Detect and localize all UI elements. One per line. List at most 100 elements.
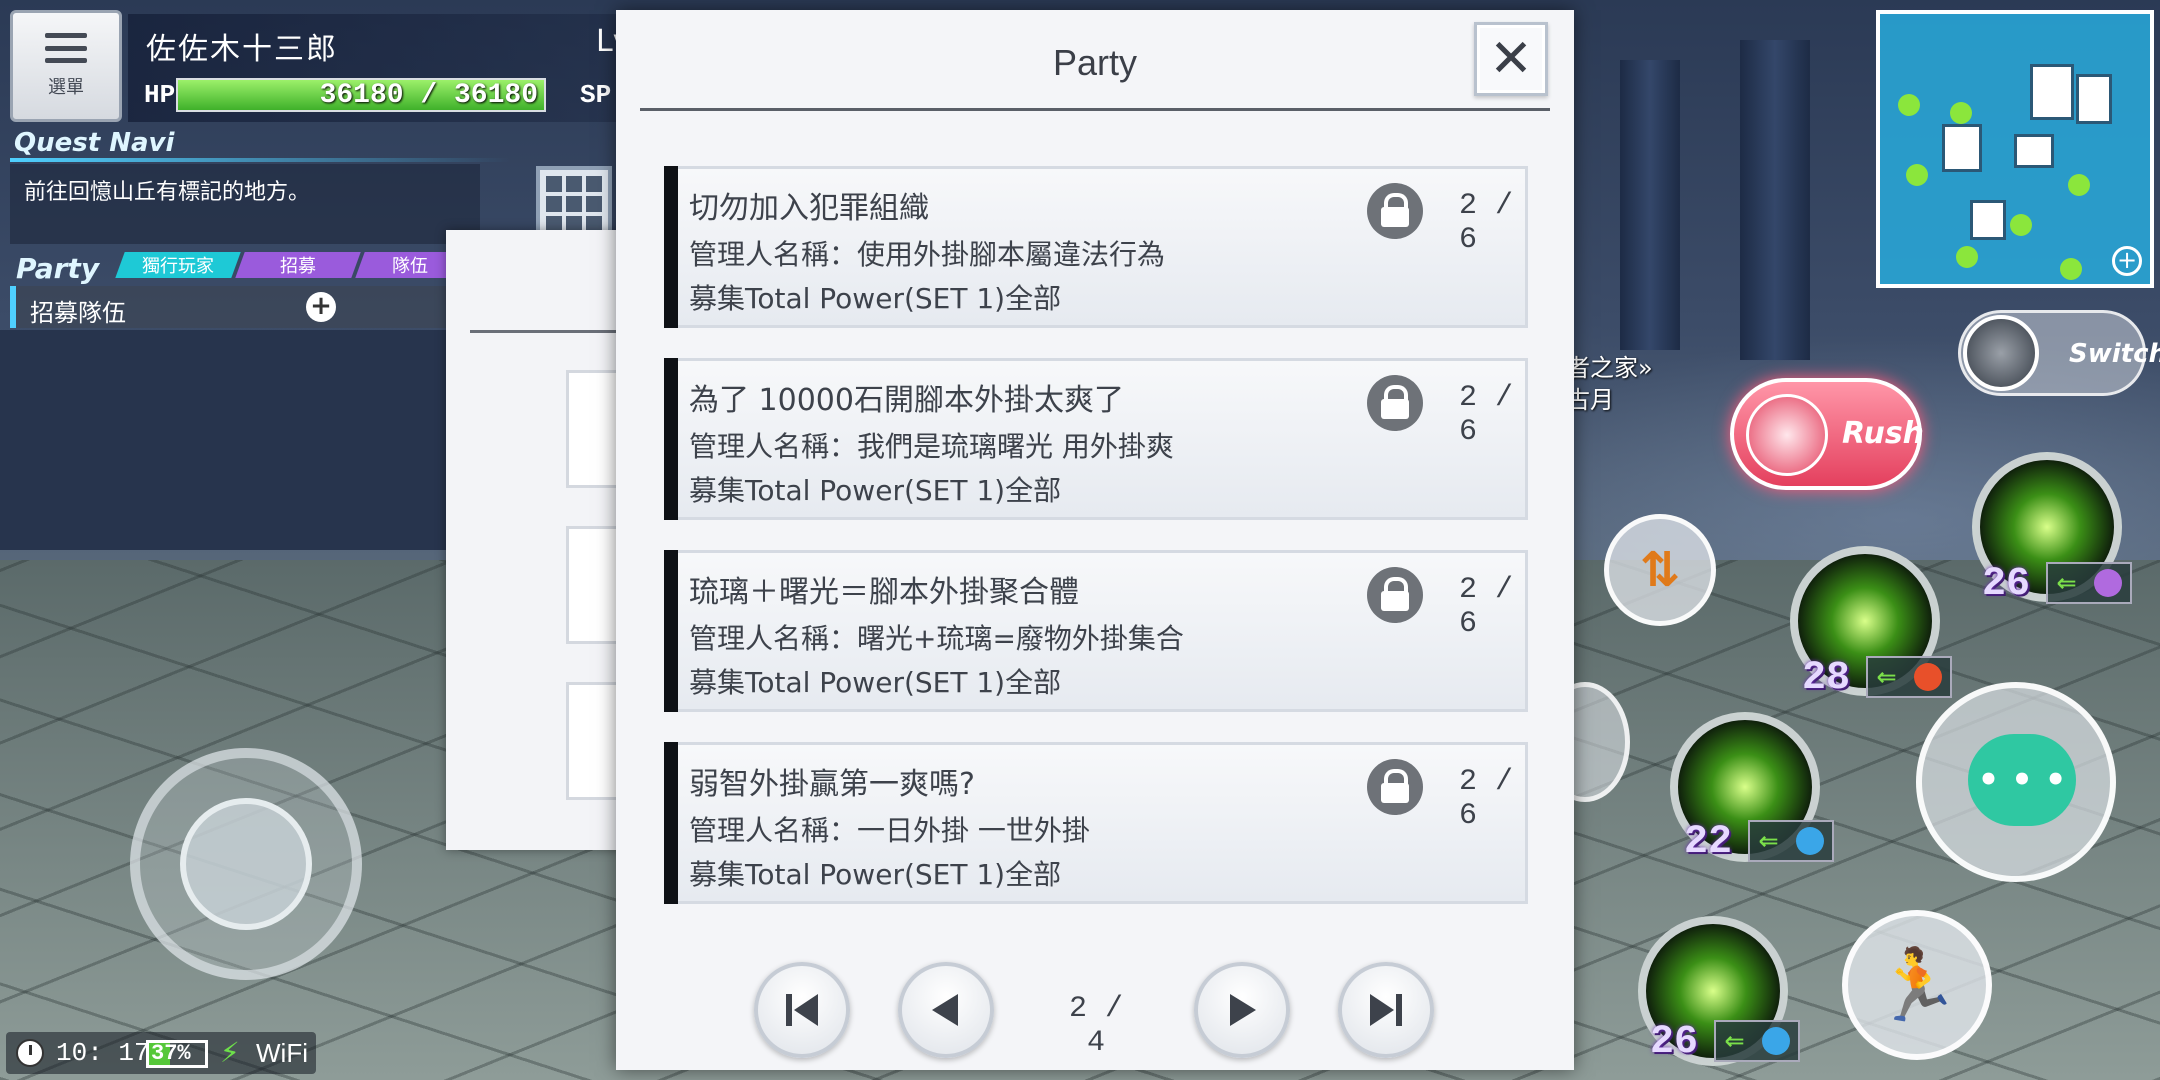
party-member-count: 2 / 6 bbox=[1459, 381, 1514, 449]
weapon-swap-button[interactable]: ⇅ bbox=[1604, 514, 1716, 626]
close-button[interactable]: ✕ bbox=[1474, 22, 1548, 96]
device-status-bar: 10: 17 37% ⚡ WiFi bbox=[6, 1032, 316, 1074]
plus-icon[interactable]: + bbox=[306, 292, 336, 322]
party-recruit-condition: 募集Total Power(SET 1)全部 bbox=[689, 666, 1062, 699]
list-item-accent bbox=[664, 742, 678, 904]
tab-solo-player[interactable]: 獨行玩家 bbox=[115, 252, 241, 278]
dialog-title: Party bbox=[1052, 42, 1138, 83]
minimap-building bbox=[2014, 134, 2054, 168]
water-element-icon bbox=[1795, 827, 1824, 855]
player-status-panel: 佐佐木十三郎 Lv HP 36180 / 36180 SP bbox=[128, 14, 630, 122]
party-hud-title: Party bbox=[16, 252, 100, 285]
hp-bar: 36180 / 36180 bbox=[176, 78, 546, 112]
party-admin: 管理人名稱：我們是琉璃曙光 用外掛爽 bbox=[689, 430, 1174, 463]
party-list-item[interactable]: 琉璃＋曙光＝腳本外掛聚合體 管理人名稱：曙光+琉璃=廢物外掛集合 募集Total… bbox=[664, 550, 1528, 712]
skill-2-chain: ⇐ bbox=[1866, 656, 1952, 698]
tab-party-label: 隊伍 bbox=[392, 256, 428, 277]
party-hud-tabs: 獨行玩家 招募 隊伍 bbox=[115, 252, 465, 278]
minimap-marker bbox=[1956, 246, 1978, 268]
lock-icon bbox=[1367, 759, 1423, 815]
rush-button[interactable]: Rush bbox=[1730, 378, 1925, 490]
chat-button[interactable] bbox=[1916, 682, 2116, 882]
tab-recruit-label: 招募 bbox=[280, 256, 316, 277]
party-dialog: Party ✕ 切勿加入犯罪組織 管理人名稱：使用外掛腳本屬違法行為 募集Tot… bbox=[616, 10, 1574, 1070]
hamburger-icon bbox=[45, 33, 87, 63]
hp-label: HP bbox=[144, 80, 176, 110]
fire-element-icon bbox=[1913, 663, 1942, 691]
minimap-building bbox=[2030, 64, 2074, 120]
chain-arrow-icon: ⇐ bbox=[1758, 827, 1779, 855]
party-member-count: 2 / 6 bbox=[1459, 765, 1514, 833]
first-page-button[interactable] bbox=[754, 962, 850, 1058]
npc-location-label: 者之家» bbox=[1566, 354, 1653, 382]
skip-last-icon bbox=[1370, 994, 1402, 1026]
party-admin: 管理人名稱：一日外掛 一世外掛 bbox=[689, 814, 1090, 847]
quest-navi-title: Quest Navi bbox=[14, 128, 175, 158]
page-indicator: 2 / 4 bbox=[1068, 992, 1123, 1060]
next-page-button[interactable] bbox=[1194, 962, 1290, 1058]
dash-button[interactable]: 🏃 bbox=[1842, 910, 1992, 1060]
moon-element-icon bbox=[2093, 569, 2122, 597]
party-name: 弱智外掛贏第一爽嗎? bbox=[689, 767, 975, 802]
sp-label: SP bbox=[580, 80, 612, 110]
list-item-accent bbox=[664, 358, 678, 520]
pagination: 2 / 4 bbox=[616, 962, 1574, 1062]
swap-arrows-icon: ⇅ bbox=[1639, 542, 1681, 598]
chat-bubble-icon bbox=[1968, 734, 2076, 826]
skill-1-level: 26 bbox=[1982, 562, 2031, 607]
joystick-thumb[interactable] bbox=[180, 798, 312, 930]
player-name: 佐佐木十三郎 bbox=[146, 32, 338, 67]
chain-arrow-icon: ⇐ bbox=[1876, 663, 1897, 691]
menu-label: 選單 bbox=[48, 77, 84, 98]
skill-4-chain: ⇐ bbox=[1714, 1020, 1800, 1062]
list-item-accent bbox=[664, 166, 678, 328]
recruit-party-row[interactable]: 招募隊伍 + bbox=[10, 286, 450, 328]
party-recruit-condition: 募集Total Power(SET 1)全部 bbox=[689, 474, 1062, 507]
last-page-button[interactable] bbox=[1338, 962, 1434, 1058]
rush-label: Rush bbox=[1842, 416, 1925, 451]
lock-icon bbox=[1367, 567, 1423, 623]
battery-icon: 37% bbox=[146, 1040, 208, 1068]
battery-percent: 37% bbox=[151, 1041, 191, 1066]
dialog-divider bbox=[640, 108, 1550, 111]
tab-recruit[interactable]: 招募 bbox=[235, 252, 361, 278]
charging-icon: ⚡ bbox=[220, 1036, 240, 1069]
party-admin: 管理人名稱：使用外掛腳本屬違法行為 bbox=[689, 238, 1166, 271]
skill-4-level: 26 bbox=[1650, 1020, 1699, 1065]
minimap-building bbox=[1942, 124, 1982, 172]
party-member-count: 2 / 6 bbox=[1459, 189, 1514, 257]
minimap-building bbox=[2076, 74, 2112, 124]
minimap-building bbox=[1970, 200, 2006, 240]
quest-divider bbox=[10, 158, 510, 162]
party-list-item[interactable]: 為了 10000石開腳本外掛太爽了 管理人名稱：我們是琉璃曙光 用外掛爽 募集T… bbox=[664, 358, 1528, 520]
party-recruit-condition: 募集Total Power(SET 1)全部 bbox=[689, 282, 1062, 315]
minimap-marker bbox=[1950, 102, 1972, 124]
menu-button[interactable]: 選單 bbox=[10, 10, 122, 122]
party-recruit-condition: 募集Total Power(SET 1)全部 bbox=[689, 858, 1062, 891]
close-icon: ✕ bbox=[1489, 29, 1533, 89]
previous-page-button[interactable] bbox=[898, 962, 994, 1058]
lock-icon bbox=[1367, 183, 1423, 239]
running-man-icon: 🏃 bbox=[1873, 943, 1961, 1026]
skill-3-level: 22 bbox=[1684, 820, 1733, 865]
water-element-icon bbox=[1761, 1027, 1790, 1055]
rush-icon bbox=[1746, 394, 1828, 476]
switch-button[interactable]: Switch bbox=[1958, 310, 2160, 396]
chevron-right-icon bbox=[1230, 994, 1256, 1026]
party-name: 為了 10000石開腳本外掛太爽了 bbox=[689, 383, 1124, 418]
minimap-expand-icon[interactable]: + bbox=[2112, 246, 2142, 276]
movement-joystick[interactable] bbox=[130, 748, 362, 980]
party-list-item[interactable]: 弱智外掛贏第一爽嗎? 管理人名稱：一日外掛 一世外掛 募集Total Power… bbox=[664, 742, 1528, 904]
castle-pillar bbox=[1740, 40, 1810, 360]
switch-icon bbox=[1963, 315, 2039, 391]
minimap[interactable]: + bbox=[1876, 10, 2154, 288]
lock-icon bbox=[1367, 375, 1423, 431]
skill-3-chain: ⇐ bbox=[1748, 820, 1834, 862]
clock-icon bbox=[16, 1039, 44, 1067]
party-name: 切勿加入犯罪組織 bbox=[689, 191, 929, 226]
quest-navi-box[interactable]: 前往回憶山丘有標記的地方。 bbox=[10, 164, 480, 244]
party-list-item[interactable]: 切勿加入犯罪組織 管理人名稱：使用外掛腳本屬違法行為 募集Total Power… bbox=[664, 166, 1528, 328]
minimap-marker bbox=[2068, 174, 2090, 196]
minimap-marker bbox=[2010, 214, 2032, 236]
minimap-marker bbox=[2060, 258, 2082, 280]
